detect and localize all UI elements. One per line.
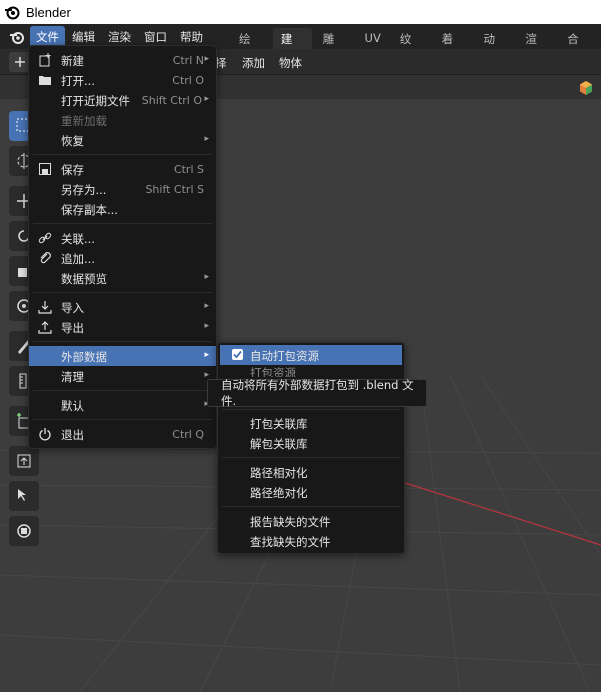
folder-icon (39, 76, 51, 85)
menu-separator (33, 223, 212, 224)
menu-item-append[interactable]: 追加... (29, 248, 216, 268)
extrude-tool[interactable] (9, 446, 39, 476)
menu-item-new[interactable]: 新建 Ctrl N ▸ (29, 50, 216, 70)
new-file-icon (39, 53, 51, 67)
menu-item-unpack-libraries[interactable]: 解包关联库 (218, 433, 404, 453)
menu-item-recover[interactable]: 恢复 ▸ (29, 130, 216, 150)
menu-item-link[interactable]: 关联... (29, 228, 216, 248)
menu-item-defaults[interactable]: 默认 ▸ (29, 395, 216, 415)
submenu-arrow-icon: ▸ (204, 301, 209, 311)
submenu-arrow-icon: ▸ (204, 321, 209, 331)
save-icon (39, 163, 51, 175)
menu-item-save-as[interactable]: 另存为... Shift Ctrl S (29, 179, 216, 199)
auto-pack-tooltip: 自动将所有外部数据打包到 .blend 文件. (207, 378, 427, 408)
blender-menu-icon[interactable] (6, 26, 28, 48)
menu-separator (33, 390, 212, 391)
menu-item-data-previews[interactable]: 数据预览 ▸ (29, 268, 216, 288)
export-icon (38, 321, 52, 334)
submenu-arrow-icon: ▸ (204, 350, 209, 360)
checkbox-checked-icon[interactable] (232, 349, 243, 360)
menu-item-pack-resources[interactable]: 打包资源 (218, 365, 404, 377)
menu-item-save[interactable]: 保存 Ctrl S (29, 159, 216, 179)
menu-object[interactable]: 物体 (279, 55, 302, 71)
x-axis-line (379, 474, 601, 546)
menu-separator (33, 341, 212, 342)
menu-item-save-copy[interactable]: 保存副本... (29, 199, 216, 219)
menu-item-auto-pack[interactable]: 自动打包资源 (220, 345, 402, 365)
menu-add[interactable]: 添加 (242, 55, 265, 71)
menu-item-open[interactable]: 打开... Ctrl O (29, 70, 216, 90)
menu-separator (222, 409, 400, 410)
menu-item-export[interactable]: 导出 ▸ (29, 317, 216, 337)
window-titlebar: Blender (0, 0, 601, 24)
viewport-shading-icon[interactable] (578, 80, 594, 96)
blender-logo-icon (5, 6, 20, 20)
menu-separator (33, 154, 212, 155)
menu-separator (33, 419, 212, 420)
file-menu: 新建 Ctrl N ▸ 打开... Ctrl O 打开近期文件 Shift Ct… (28, 45, 217, 449)
submenu-arrow-icon: ▸ (204, 134, 209, 144)
external-data-submenu: 自动打包资源 打包资源 打包关联库 解包关联库 路径相对化 路径绝对化 报告缺失… (217, 342, 405, 554)
menu-separator (222, 457, 400, 458)
link-icon (38, 232, 52, 244)
menu-item-revert: 重新加载 (61, 114, 107, 128)
menu-item-open-recent[interactable]: 打开近期文件 Shift Ctrl O ▸ (29, 90, 216, 110)
menu-separator (33, 292, 212, 293)
menu-item-clean-up[interactable]: 清理 ▸ (29, 366, 216, 386)
snap-tool[interactable] (9, 516, 39, 546)
menu-item-external-data[interactable]: 外部数据 ▸ (29, 346, 216, 366)
window-title: Blender (26, 4, 71, 20)
menu-item-make-absolute[interactable]: 路径绝对化 (218, 482, 404, 502)
submenu-arrow-icon: ▸ (204, 272, 209, 282)
menu-item-report-missing[interactable]: 报告缺失的文件 (218, 511, 404, 531)
import-icon (38, 301, 52, 314)
submenu-arrow-icon: ▸ (204, 94, 209, 104)
paperclip-icon (40, 252, 51, 264)
menu-item-quit[interactable]: 退出 Ctrl Q (29, 424, 216, 444)
menu-item-make-relative[interactable]: 路径相对化 (218, 462, 404, 482)
submenu-arrow-icon: ▸ (204, 54, 209, 64)
power-icon (39, 428, 51, 441)
menu-separator (222, 506, 400, 507)
menu-item-pack-libraries[interactable]: 打包关联库 (218, 413, 404, 433)
menu-item-import[interactable]: 导入 ▸ (29, 297, 216, 317)
menu-item-find-missing[interactable]: 查找缺失的文件 (218, 531, 404, 551)
move-cursor-tool[interactable] (9, 481, 39, 511)
